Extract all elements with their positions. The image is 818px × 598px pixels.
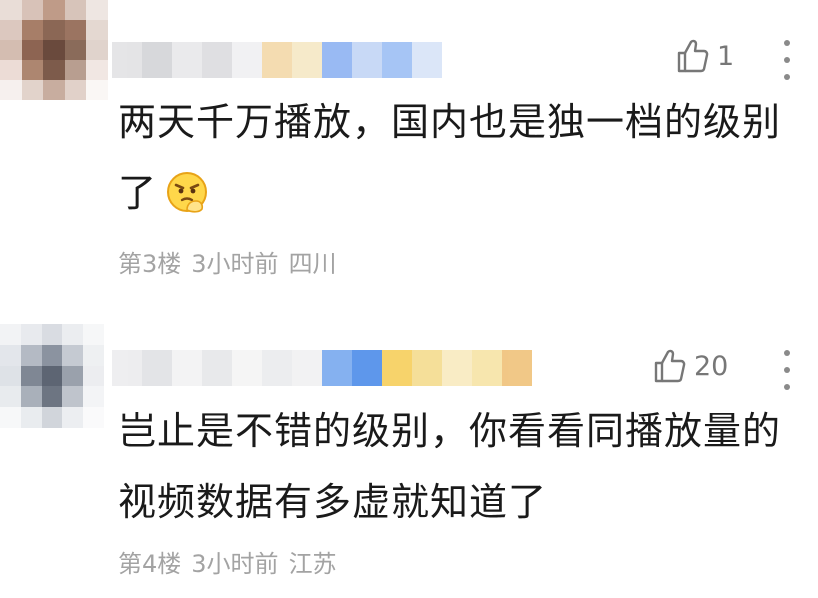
comment-meta: 第4楼 3小时前 江苏 <box>118 544 347 579</box>
comment-text: 岂止是不错的级别，你看看同播放量的视频数据有多虚就知道了 <box>118 409 782 524</box>
floor-number: 第4楼 <box>118 550 182 578</box>
like-button[interactable]: 20 <box>652 348 728 384</box>
like-count: 1 <box>717 40 735 72</box>
like-button[interactable]: 1 <box>675 38 734 74</box>
more-vertical-icon[interactable] <box>781 350 793 390</box>
smirk-hand-emoji <box>167 171 208 213</box>
comment-location: 四川 <box>288 250 337 278</box>
comment-text: 两天千万播放，国内也是独一档的级别了 <box>118 100 782 215</box>
comment-meta: 第3楼 3小时前 四川 <box>118 244 347 279</box>
thumbs-up-icon <box>654 349 686 383</box>
more-vertical-icon[interactable] <box>781 40 793 80</box>
comment-time: 3小时前 <box>191 250 279 278</box>
avatar[interactable] <box>0 324 104 428</box>
username-blurred[interactable] <box>112 42 442 78</box>
comment-location: 江苏 <box>288 550 337 578</box>
comment-list: 1 两天千万播放，国内也是独一档的级别了 第3楼 3小时前 四川 20 岂止是不… <box>0 0 818 598</box>
floor-number: 第3楼 <box>118 250 182 278</box>
comment-time: 3小时前 <box>191 550 279 578</box>
thumbs-up-icon <box>677 39 709 73</box>
avatar[interactable] <box>0 0 108 100</box>
username-blurred[interactable] <box>112 350 532 386</box>
like-count: 20 <box>694 350 729 382</box>
